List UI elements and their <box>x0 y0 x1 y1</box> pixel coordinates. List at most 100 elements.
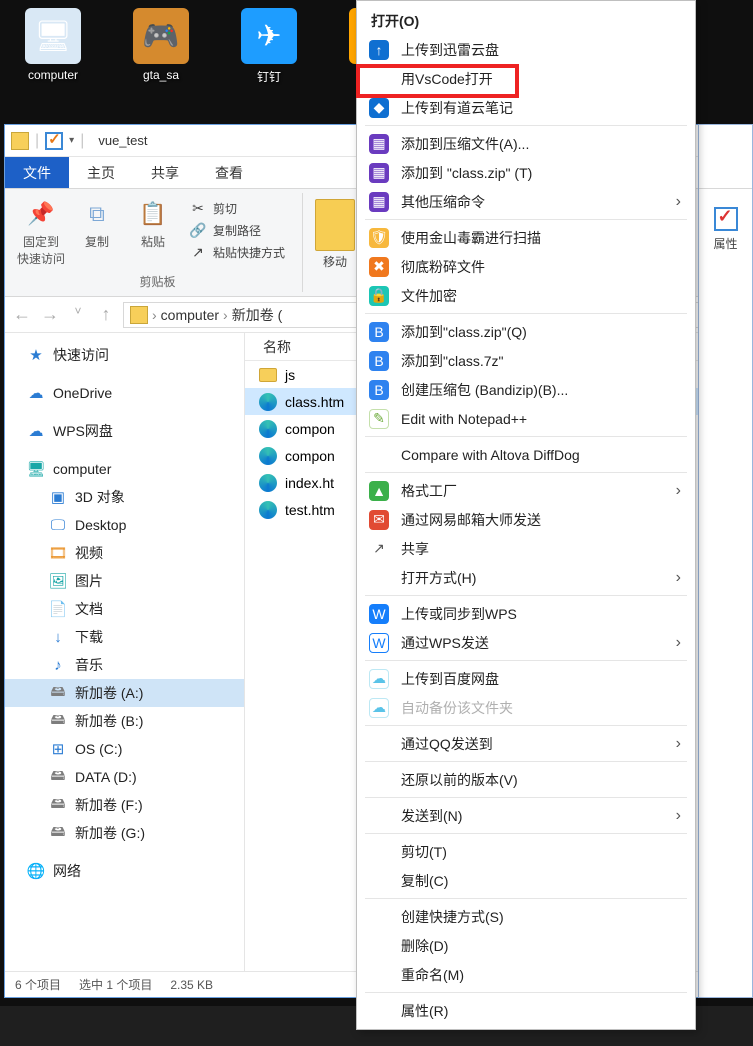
tree-item[interactable]: ▣3D 对象 <box>5 483 244 511</box>
nav-history-button[interactable]: ˅ <box>67 304 89 326</box>
desktop-icon-gta[interactable]: 🎮gta_sa <box>122 8 200 85</box>
qa-dropdown-icon[interactable]: ▾ <box>69 135 74 146</box>
menu-item-label: 自动备份该文件夹 <box>401 698 681 718</box>
context-menu-item[interactable]: ▦添加到 "class.zip" (T) <box>357 158 695 187</box>
status-selection: 选中 1 个项目 <box>79 976 152 993</box>
menu-item-icon: ✉ <box>369 510 389 530</box>
nav-up-button[interactable]: ↑ <box>95 304 117 326</box>
tree-item[interactable]: ☁OneDrive <box>5 379 244 407</box>
tree-item[interactable]: 🖼图片 <box>5 567 244 595</box>
breadcrumb-item[interactable]: 新加卷 ( <box>232 305 283 325</box>
context-menu-item[interactable]: 剪切(T) <box>357 837 695 866</box>
file-name: compon <box>285 421 335 437</box>
menu-item-label: 彻底粉碎文件 <box>401 257 681 277</box>
tree-item-label: 网络 <box>53 861 81 881</box>
tree-item[interactable]: ↓下载 <box>5 623 244 651</box>
desktop-icon-label: computer <box>14 68 92 82</box>
nav-forward-button[interactable]: → <box>39 304 61 326</box>
tab-view[interactable]: 查看 <box>197 157 261 188</box>
context-menu-header[interactable]: 打开(O) <box>357 5 695 35</box>
tree-item-label: 新加卷 (B:) <box>75 711 143 731</box>
context-menu-item[interactable]: 重命名(M) <box>357 960 695 989</box>
file-name: js <box>285 367 295 383</box>
tree-item[interactable]: ⊞OS (C:) <box>5 735 244 763</box>
context-menu-item[interactable]: 🔒文件加密 <box>357 281 695 310</box>
doc-icon: 📄 <box>49 600 67 618</box>
context-menu-item[interactable]: 通过QQ发送到 <box>357 729 695 758</box>
gta-icon: 🎮 <box>133 8 189 64</box>
paste-shortcut-button[interactable]: ↗粘贴快捷方式 <box>189 243 285 261</box>
context-menu-item[interactable]: ▦添加到压缩文件(A)... <box>357 129 695 158</box>
window-title: vue_test <box>98 133 147 148</box>
menu-item-label: 上传到百度网盘 <box>401 669 681 689</box>
context-menu-item[interactable]: 🛡使用金山毒霸进行扫描 <box>357 223 695 252</box>
context-menu-item[interactable]: B添加到"class.7z" <box>357 346 695 375</box>
context-menu-item[interactable]: W上传或同步到WPS <box>357 599 695 628</box>
context-menu-item[interactable]: 用VsCode打开 <box>357 64 695 93</box>
tab-file[interactable]: 文件 <box>5 157 69 188</box>
copy-path-button[interactable]: 🔗复制路径 <box>189 221 285 239</box>
context-menu-item[interactable]: ◆上传到有道云笔记 <box>357 93 695 122</box>
context-menu-item[interactable]: ✖彻底粉碎文件 <box>357 252 695 281</box>
context-menu-item[interactable]: 发送到(N) <box>357 801 695 830</box>
context-menu-item[interactable]: Compare with Altova DiffDog <box>357 440 695 469</box>
folder-icon <box>259 368 277 382</box>
tab-share[interactable]: 共享 <box>133 157 197 188</box>
tree-item[interactable]: 🖴新加卷 (A:) <box>5 679 244 707</box>
checkbox-icon[interactable] <box>45 132 63 150</box>
nav-tree[interactable]: ★快速访问 ☁OneDrive ☁WPS网盘 🖥computer▣3D 对象🖵Desk… <box>5 333 245 971</box>
context-menu-item[interactable]: W通过WPS发送 <box>357 628 695 657</box>
copy-button[interactable]: ⧉复制 <box>69 193 125 250</box>
menu-item-icon: W <box>369 604 389 624</box>
menu-item-icon: B <box>369 380 389 400</box>
folder-icon <box>130 306 148 324</box>
context-menu-item[interactable]: ✉通过网易邮箱大师发送 <box>357 505 695 534</box>
properties-button[interactable]: 属性 <box>699 189 752 252</box>
tree-item[interactable]: 🖥computer <box>5 455 244 483</box>
tree-item[interactable]: 🖴新加卷 (G:) <box>5 819 244 847</box>
context-menu-item[interactable]: ▲格式工厂 <box>357 476 695 505</box>
tree-item[interactable]: ★快速访问 <box>5 341 244 369</box>
menu-item-label: 添加到 "class.zip" (T) <box>401 163 681 183</box>
desktop-icon-computer[interactable]: 🖥 computer <box>14 8 92 85</box>
tree-item[interactable]: 🖴DATA (D:) <box>5 763 244 791</box>
menu-item-label: 用VsCode打开 <box>401 69 681 89</box>
context-menu-item[interactable]: 还原以前的版本(V) <box>357 765 695 794</box>
pin-button[interactable]: 📌固定到 快速访问 <box>13 193 69 267</box>
nav-back-button[interactable]: ← <box>11 304 33 326</box>
tree-item[interactable]: ☁WPS网盘 <box>5 417 244 445</box>
context-menu-item[interactable]: B创建压缩包 (Bandizip)(B)... <box>357 375 695 404</box>
menu-item-icon: ▲ <box>369 481 389 501</box>
computer-icon: 🖥 <box>25 8 81 64</box>
tree-item[interactable]: 🖴新加卷 (F:) <box>5 791 244 819</box>
tree-item[interactable]: 🌐网络 <box>5 857 244 885</box>
context-menu-item[interactable]: ↑上传到迅雷云盘 <box>357 35 695 64</box>
tree-item[interactable]: 🖵Desktop <box>5 511 244 539</box>
context-menu-item[interactable]: 复制(C) <box>357 866 695 895</box>
context-menu-item[interactable]: 打开方式(H) <box>357 563 695 592</box>
context-menu-item[interactable]: B添加到"class.zip"(Q) <box>357 317 695 346</box>
tree-item[interactable]: 📄文档 <box>5 595 244 623</box>
cut-button[interactable]: ✂剪切 <box>189 199 285 217</box>
shortcut-icon: ↗ <box>189 243 207 261</box>
breadcrumb-item[interactable]: computer <box>161 307 219 323</box>
desktop-icon-dingtalk[interactable]: ✈钉钉 <box>230 8 308 85</box>
move-button[interactable]: 移动 <box>323 253 347 270</box>
menu-item-label: 其他压缩命令 <box>401 192 664 212</box>
tree-item[interactable]: ♪音乐 <box>5 651 244 679</box>
down-icon: ↓ <box>49 628 67 646</box>
context-menu-item[interactable]: ✎Edit with Notepad++ <box>357 404 695 433</box>
check-icon <box>714 207 738 231</box>
file-name: index.ht <box>285 475 334 491</box>
context-menu-item[interactable]: 属性(R) <box>357 996 695 1025</box>
tree-item[interactable]: 🖴新加卷 (B:) <box>5 707 244 735</box>
tree-item[interactable]: 🎞视频 <box>5 539 244 567</box>
menu-item-label: Compare with Altova DiffDog <box>401 447 681 463</box>
context-menu-item[interactable]: ↗共享 <box>357 534 695 563</box>
context-menu-item[interactable]: ▦其他压缩命令 <box>357 187 695 216</box>
paste-button[interactable]: 📋粘贴 <box>125 193 181 250</box>
context-menu-item[interactable]: 创建快捷方式(S) <box>357 902 695 931</box>
context-menu-item[interactable]: 删除(D) <box>357 931 695 960</box>
tab-home[interactable]: 主页 <box>69 157 133 188</box>
context-menu-item[interactable]: ☁上传到百度网盘 <box>357 664 695 693</box>
